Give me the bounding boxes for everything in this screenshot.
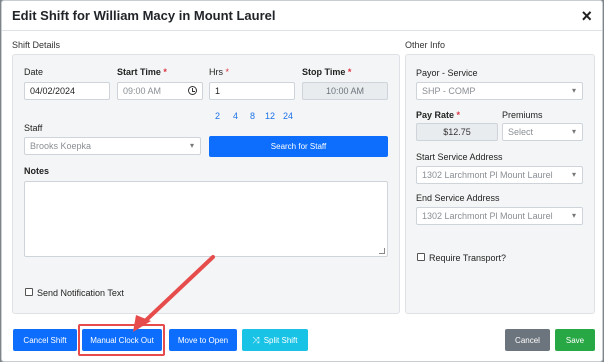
annotation-arrow-icon <box>133 255 215 332</box>
edit-shift-modal: Edit Shift for William Macy in Mount Lau… <box>1 0 603 362</box>
